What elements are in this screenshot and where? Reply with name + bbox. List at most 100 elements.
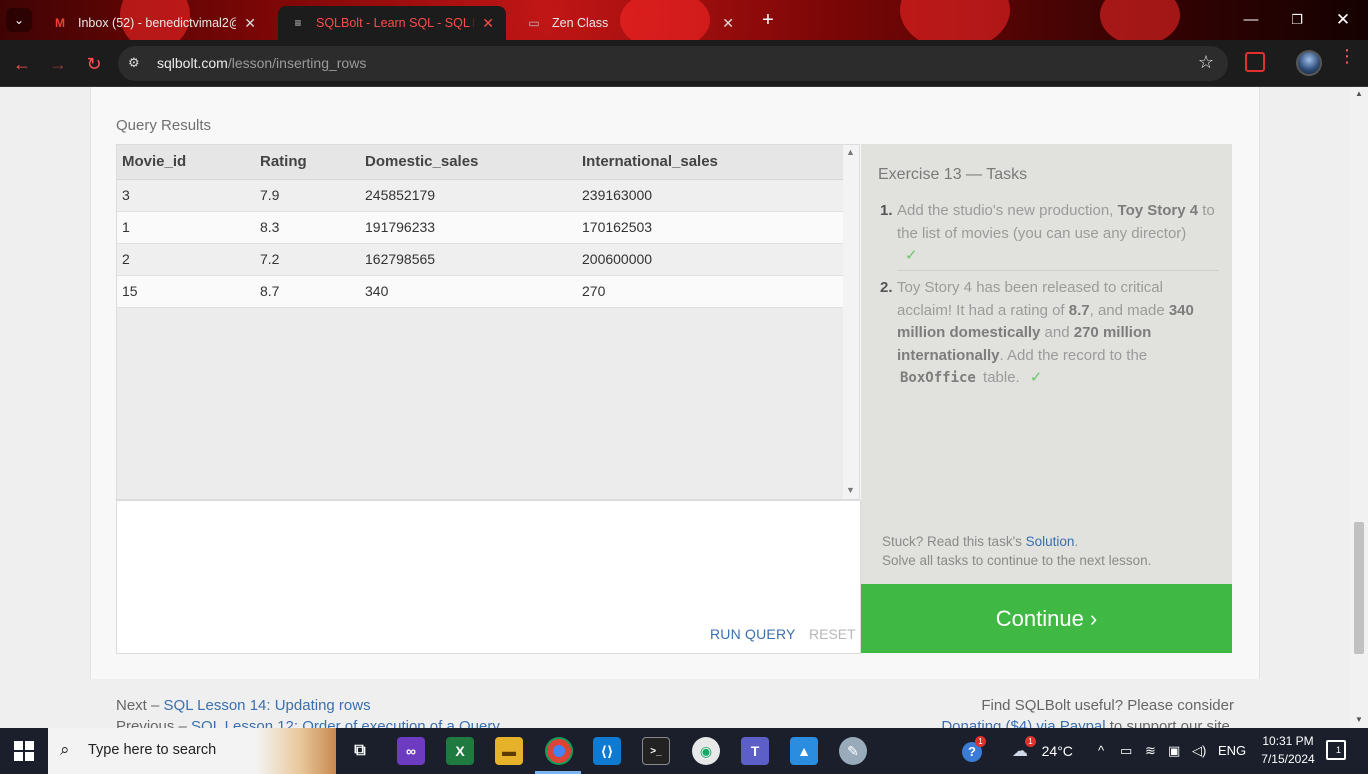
clock-date: 7/15/2024: [1261, 752, 1315, 766]
table-row: 1 8.3 191796233 170162503: [117, 211, 844, 244]
table-cell: 7.9: [255, 179, 360, 212]
page-icon: ▭: [528, 16, 540, 30]
wallpaper-bokeh: [1100, 0, 1180, 40]
url-text[interactable]: sqlbolt.com/lesson/inserting_rows: [157, 55, 366, 71]
browser-toolbar: ← → ↻ ⚙ sqlbolt.com/lesson/inserting_row…: [0, 40, 1368, 87]
network-globe-icon[interactable]: ◉: [692, 737, 720, 765]
support-end: to support our site.: [1105, 718, 1234, 728]
weather-temperature: 24°C: [1041, 743, 1073, 759]
table-cell: 162798565: [360, 243, 577, 276]
task-divider: [897, 270, 1219, 271]
photos-icon[interactable]: ▲: [790, 737, 818, 765]
search-highlight-image: [256, 728, 336, 774]
reset-button[interactable]: RESET: [809, 626, 856, 642]
windows-taskbar: ⌕ Type here to search ⧉ ∞ X ▬ ⟨⟩ >_ ◉ T …: [0, 728, 1368, 774]
query-results-title: Query Results: [116, 117, 212, 134]
weather-widget[interactable]: ☁ 1 24°C: [1012, 728, 1073, 774]
table-cell: 8.3: [255, 211, 360, 244]
weather-badge: 1: [1025, 736, 1036, 747]
column-header: Movie_id: [117, 145, 255, 180]
site-settings-icon[interactable]: ⚙: [128, 55, 146, 73]
previous-lesson-link[interactable]: SQL Lesson 12: Order of execution of a Q…: [191, 718, 500, 728]
browser-menu-icon[interactable]: ⋮: [1338, 47, 1356, 65]
column-header: Rating: [255, 145, 360, 180]
table-cell: 340: [360, 275, 577, 308]
task-view-icon[interactable]: ⧉: [346, 737, 374, 765]
close-tab-icon[interactable]: ✕: [244, 15, 256, 32]
address-bar[interactable]: ⚙ sqlbolt.com/lesson/inserting_rows ☆: [118, 46, 1228, 81]
close-window-icon[interactable]: ✕: [1320, 0, 1366, 40]
windows-start-icon[interactable]: [14, 741, 34, 761]
visual-studio-icon[interactable]: ∞: [397, 737, 425, 765]
page-scrollbar[interactable]: ▲ ▼: [1350, 87, 1368, 728]
terminal-icon[interactable]: >_: [642, 737, 670, 765]
minimize-icon[interactable]: —: [1228, 0, 1274, 40]
bookmark-star-icon[interactable]: ☆: [1198, 52, 1214, 73]
next-lesson-line: Next – SQL Lesson 14: Updating rows: [116, 697, 371, 714]
tab-title: SQLBolt - Learn SQL - SQL Less: [316, 16, 474, 30]
tab-sqlbolt[interactable]: ≡ SQLBolt - Learn SQL - SQL Less ✕: [278, 6, 506, 40]
run-query-button[interactable]: RUN QUERY: [710, 626, 796, 642]
task-item-1: 1. Add the studio's new production, Toy …: [880, 200, 1216, 268]
cloud-icon: ☁: [1012, 743, 1028, 760]
scroll-down-arrow-icon[interactable]: ▼: [1355, 715, 1363, 724]
wallpaper-bokeh: [900, 0, 1010, 40]
solution-link[interactable]: Solution: [1026, 534, 1075, 549]
tab-gmail[interactable]: M Inbox (52) - benedictvimal2@gm ✕: [40, 6, 268, 40]
battery-icon[interactable]: ▭: [1120, 728, 1132, 774]
task-item-2: 2. Toy Story 4 has been released to crit…: [880, 277, 1216, 390]
checkmark-icon: ✓: [905, 247, 918, 264]
chrome-icon[interactable]: [545, 737, 573, 765]
scroll-up-arrow-icon[interactable]: ▲: [1355, 89, 1363, 98]
tab-zen-class[interactable]: ▭ Zen Class ✕: [514, 6, 746, 40]
checkmark-icon: ✓: [1029, 369, 1043, 386]
clock-time: 10:31 PM: [1262, 734, 1314, 748]
show-hidden-icons-chevron-icon[interactable]: ^: [1098, 728, 1104, 774]
paint-icon[interactable]: ✎: [839, 737, 867, 765]
new-tab-plus-icon[interactable]: +: [756, 9, 780, 33]
notification-center-icon[interactable]: 1: [1326, 740, 1346, 760]
page-content: Query Results Movie_id Rating Domestic_s…: [0, 87, 1368, 728]
file-explorer-icon[interactable]: ▬: [495, 737, 523, 765]
profile-avatar[interactable]: [1296, 50, 1322, 76]
task-highlight: 8.7: [1068, 301, 1090, 319]
display-icon[interactable]: ▣: [1168, 728, 1180, 774]
vscode-icon[interactable]: ⟨⟩: [593, 737, 621, 765]
forward-arrow-icon[interactable]: →: [46, 52, 70, 76]
url-path: /lesson/inserting_rows: [227, 55, 367, 71]
scroll-down-arrow-icon[interactable]: ▼: [846, 485, 855, 495]
browser-tab-strip: ⌄ M Inbox (52) - benedictvimal2@gm ✕ ≡ S…: [0, 0, 1368, 40]
back-arrow-icon[interactable]: ←: [10, 52, 34, 76]
excel-app-icon[interactable]: X: [446, 737, 474, 765]
solve-all-text: Solve all tasks to continue to the next …: [882, 553, 1152, 568]
query-results-table-container: Movie_id Rating Domestic_sales Internati…: [116, 144, 860, 500]
donate-link[interactable]: Donating ($4) via Paypal: [941, 718, 1105, 728]
extensions-icon[interactable]: [1245, 52, 1265, 72]
taskbar-search-box[interactable]: ⌕ Type here to search: [48, 728, 336, 774]
task-text-part: table.: [978, 369, 1020, 386]
restore-icon[interactable]: ❐: [1274, 0, 1320, 40]
close-tab-icon[interactable]: ✕: [482, 15, 494, 32]
scroll-up-arrow-icon[interactable]: ▲: [846, 147, 855, 157]
help-tray-icon[interactable]: ? 1: [962, 728, 986, 774]
teams-icon[interactable]: T: [741, 737, 769, 765]
support-line: Donating ($4) via Paypal to support our …: [941, 718, 1234, 728]
results-scrollbar[interactable]: ▲ ▼: [843, 145, 859, 499]
wifi-icon[interactable]: ≋: [1145, 728, 1156, 774]
table-name-code: BoxOffice: [900, 370, 976, 386]
scrollbar-thumb[interactable]: [1354, 522, 1364, 654]
language-indicator[interactable]: ENG: [1218, 728, 1246, 774]
reload-icon[interactable]: ↻: [82, 52, 106, 76]
system-clock[interactable]: 10:31 PM 7/15/2024: [1255, 732, 1321, 768]
next-lesson-link[interactable]: SQL Lesson 14: Updating rows: [164, 697, 371, 714]
search-icon: ⌕: [60, 740, 70, 759]
task-text-part: . Add the record to the: [999, 346, 1148, 364]
tab-search-chevron-icon[interactable]: ⌄: [6, 8, 32, 32]
table-cell: 170162503: [577, 211, 844, 244]
close-tab-icon[interactable]: ✕: [722, 15, 734, 32]
next-prefix: Next –: [116, 697, 164, 714]
continue-button[interactable]: Continue ›: [861, 584, 1232, 653]
table-cell: 1: [117, 211, 255, 244]
volume-icon[interactable]: ◁): [1192, 728, 1206, 774]
database-icon: ≡: [294, 16, 302, 30]
